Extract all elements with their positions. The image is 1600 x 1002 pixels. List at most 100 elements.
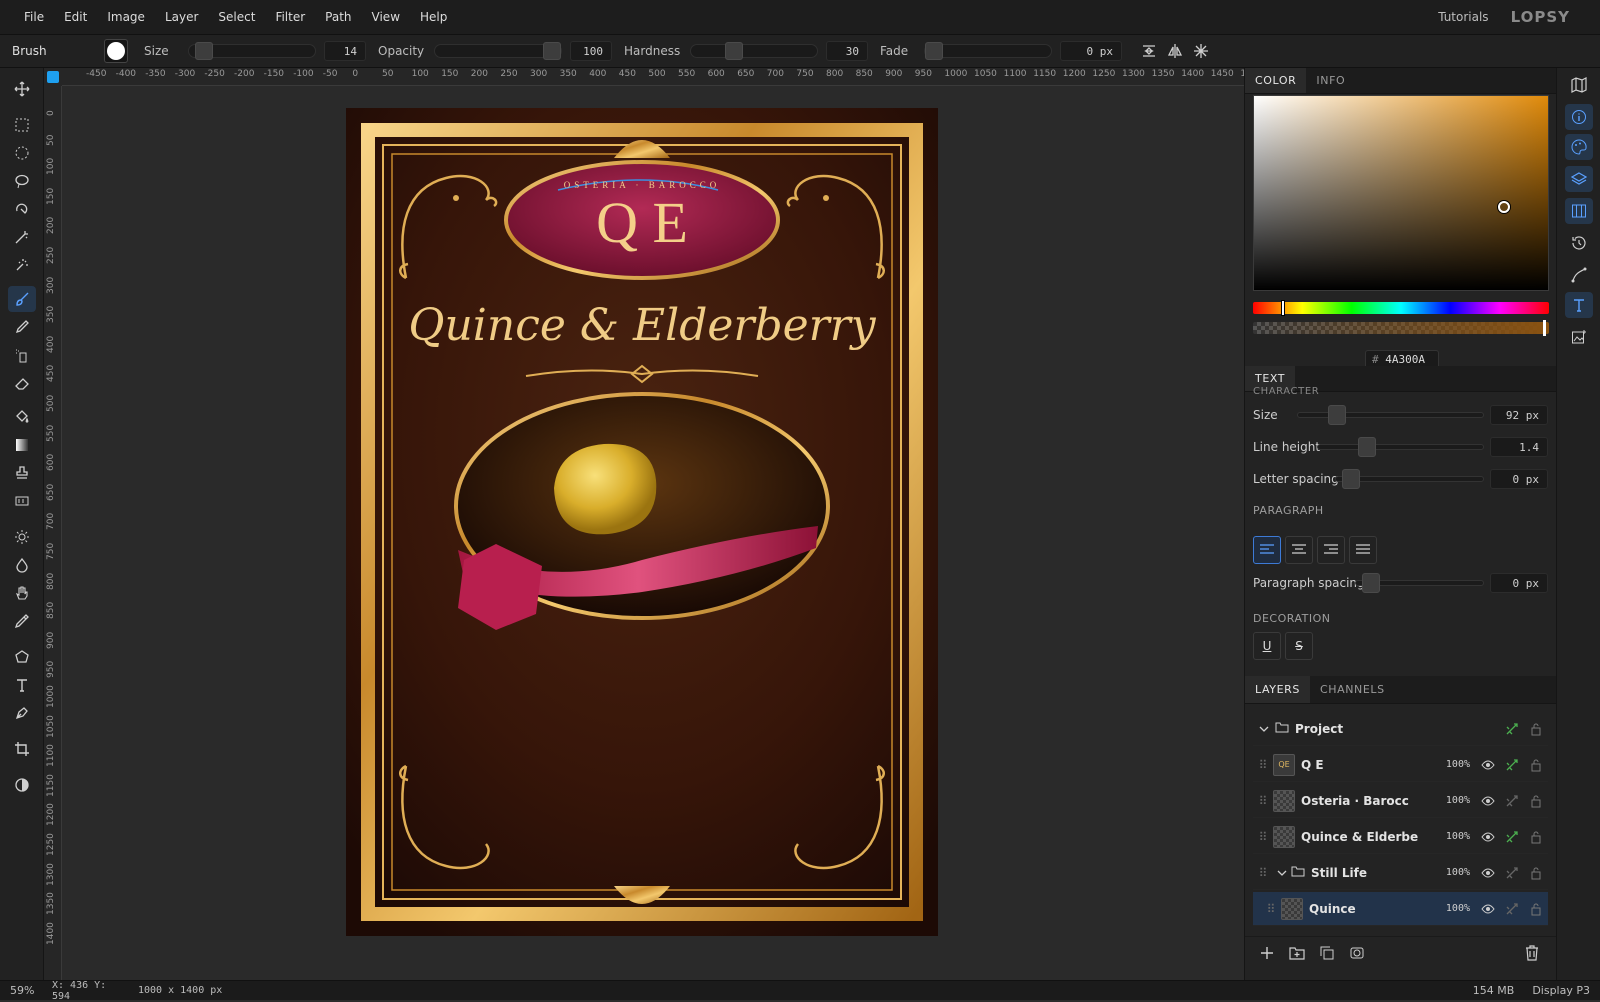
fade-slider-knob[interactable] <box>925 42 943 60</box>
add-group-icon[interactable] <box>1289 945 1305 964</box>
menu-file[interactable]: File <box>14 0 54 35</box>
dodge-icon[interactable] <box>8 524 36 550</box>
paragraph-spacing-knob[interactable] <box>1362 573 1380 593</box>
text-panel-icon[interactable] <box>1565 292 1593 318</box>
paragraph-spacing-input[interactable]: 0 px <box>1490 573 1548 593</box>
lock-icon[interactable] <box>1524 902 1548 916</box>
paths-icon[interactable] <box>1565 262 1593 288</box>
align-right-button[interactable] <box>1317 536 1345 564</box>
layer-name[interactable]: Quince & Elderbe <box>1301 830 1436 844</box>
opacity-slider[interactable] <box>434 42 562 60</box>
lock-icon[interactable] <box>1524 758 1548 772</box>
eye-icon[interactable] <box>1476 760 1500 770</box>
fx-disabled-icon[interactable] <box>1500 902 1524 916</box>
chevron-down-icon[interactable] <box>1273 869 1291 877</box>
paragraph-spacing-slider[interactable] <box>1355 573 1484 593</box>
tab-color[interactable]: COLOR <box>1245 68 1307 93</box>
menu-image[interactable]: Image <box>97 0 155 35</box>
arc-text[interactable]: OSTERIA · BAROCCO <box>564 180 721 190</box>
menu-select[interactable]: Select <box>208 0 265 35</box>
eyedropper-icon[interactable] <box>8 608 36 634</box>
quick-select-icon[interactable] <box>8 252 36 278</box>
zoom-level[interactable]: 59% <box>0 984 50 997</box>
fade-slider[interactable] <box>924 42 1052 60</box>
rect-select-icon[interactable] <box>8 112 36 138</box>
opacity-slider-knob[interactable] <box>543 42 561 60</box>
delete-layer-icon[interactable] <box>1525 945 1539 964</box>
layer-name[interactable]: Quince <box>1309 902 1436 916</box>
drag-handle-icon[interactable]: ⠿ <box>1253 794 1273 808</box>
symmetry-vertical-icon[interactable] <box>1136 39 1162 63</box>
text-tool-icon[interactable] <box>8 672 36 698</box>
eye-icon[interactable] <box>1476 796 1500 806</box>
color-picker-field[interactable] <box>1253 95 1549 291</box>
lock-icon[interactable] <box>1524 866 1548 880</box>
add-layer-icon[interactable] <box>1259 945 1275 964</box>
lock-icon[interactable] <box>1524 794 1548 808</box>
eraser-icon[interactable] <box>8 370 36 396</box>
duplicate-layer-icon[interactable] <box>1319 945 1335 964</box>
layer-opacity[interactable]: 100% <box>1436 759 1470 770</box>
lock-icon[interactable] <box>1524 722 1548 736</box>
chevron-down-icon[interactable] <box>1253 725 1275 733</box>
menu-view[interactable]: View <box>362 0 410 35</box>
align-center-button[interactable] <box>1285 536 1313 564</box>
layer-row-qe[interactable]: ⠿ QE Q E 100% <box>1253 748 1548 782</box>
info-icon[interactable] <box>1565 104 1593 130</box>
history-icon[interactable] <box>1565 230 1593 256</box>
layer-opacity[interactable]: 100% <box>1436 831 1470 842</box>
layer-opacity[interactable]: 100% <box>1436 867 1470 878</box>
line-height-knob[interactable] <box>1358 437 1376 457</box>
document-canvas[interactable]: OSTERIA · BAROCCO Q E Quince & Elderberr… <box>346 108 938 936</box>
layer-name[interactable]: Osteria · Barocc <box>1301 794 1436 808</box>
layer-name[interactable]: Still Life <box>1311 866 1436 880</box>
tab-layers[interactable]: LAYERS <box>1245 676 1310 703</box>
gradient-icon[interactable] <box>8 432 36 458</box>
layers-icon[interactable] <box>1565 166 1593 192</box>
ellipse-select-icon[interactable] <box>8 140 36 166</box>
layer-opacity[interactable]: 100% <box>1436 795 1470 806</box>
hue-slider[interactable] <box>1253 300 1549 316</box>
letter-spacing-knob[interactable] <box>1342 469 1360 489</box>
symmetry-horizontal-icon[interactable] <box>1162 39 1188 63</box>
ruler-origin-icon[interactable] <box>47 71 59 83</box>
line-height-input[interactable]: 1.4 <box>1490 437 1548 457</box>
size-input[interactable]: 14 <box>324 41 366 61</box>
monogram-text[interactable]: Q E <box>596 190 688 255</box>
channels-icon[interactable] <box>1565 198 1593 224</box>
drag-handle-icon[interactable]: ⠿ <box>1253 866 1273 880</box>
hue-slider-handle[interactable] <box>1281 300 1285 316</box>
fx-enabled-icon[interactable] <box>1500 830 1524 844</box>
palette-icon[interactable] <box>1565 134 1593 160</box>
line-height-slider[interactable] <box>1317 437 1484 457</box>
tutorials-link[interactable]: Tutorials <box>1438 10 1488 24</box>
layer-row-project[interactable]: Project <box>1253 712 1548 746</box>
text-size-knob[interactable] <box>1328 405 1346 425</box>
clone-stamp-icon[interactable] <box>8 460 36 486</box>
underline-button[interactable]: U <box>1253 632 1281 660</box>
fade-input[interactable]: 0 px <box>1060 41 1122 61</box>
blur-drop-icon[interactable] <box>8 552 36 578</box>
layer-name[interactable]: Q E <box>1301 758 1436 772</box>
text-size-slider[interactable] <box>1297 405 1484 425</box>
align-justify-button[interactable] <box>1349 536 1377 564</box>
move-tool-icon[interactable] <box>8 76 36 102</box>
alpha-slider-handle[interactable] <box>1543 320 1546 336</box>
tab-channels[interactable]: CHANNELS <box>1310 676 1395 703</box>
layer-row-still-life[interactable]: ⠿ Still Life 100% <box>1253 856 1548 890</box>
menu-layer[interactable]: Layer <box>155 0 208 35</box>
size-slider[interactable] <box>188 42 316 60</box>
image-plus-icon[interactable] <box>1565 324 1593 350</box>
size-slider-knob[interactable] <box>195 42 213 60</box>
layer-row-quince[interactable]: ⠿ Quince 100% <box>1253 892 1548 926</box>
letter-spacing-slider[interactable] <box>1335 469 1484 489</box>
quince-fruit[interactable] <box>554 443 657 535</box>
lock-icon[interactable] <box>1524 830 1548 844</box>
hardness-slider[interactable] <box>690 42 818 60</box>
menu-path[interactable]: Path <box>315 0 361 35</box>
eye-icon[interactable] <box>1476 868 1500 878</box>
align-left-button[interactable] <box>1253 536 1281 564</box>
fx-disabled-icon[interactable] <box>1500 866 1524 880</box>
color-picker-handle[interactable] <box>1498 201 1510 213</box>
alpha-slider[interactable] <box>1253 320 1549 336</box>
